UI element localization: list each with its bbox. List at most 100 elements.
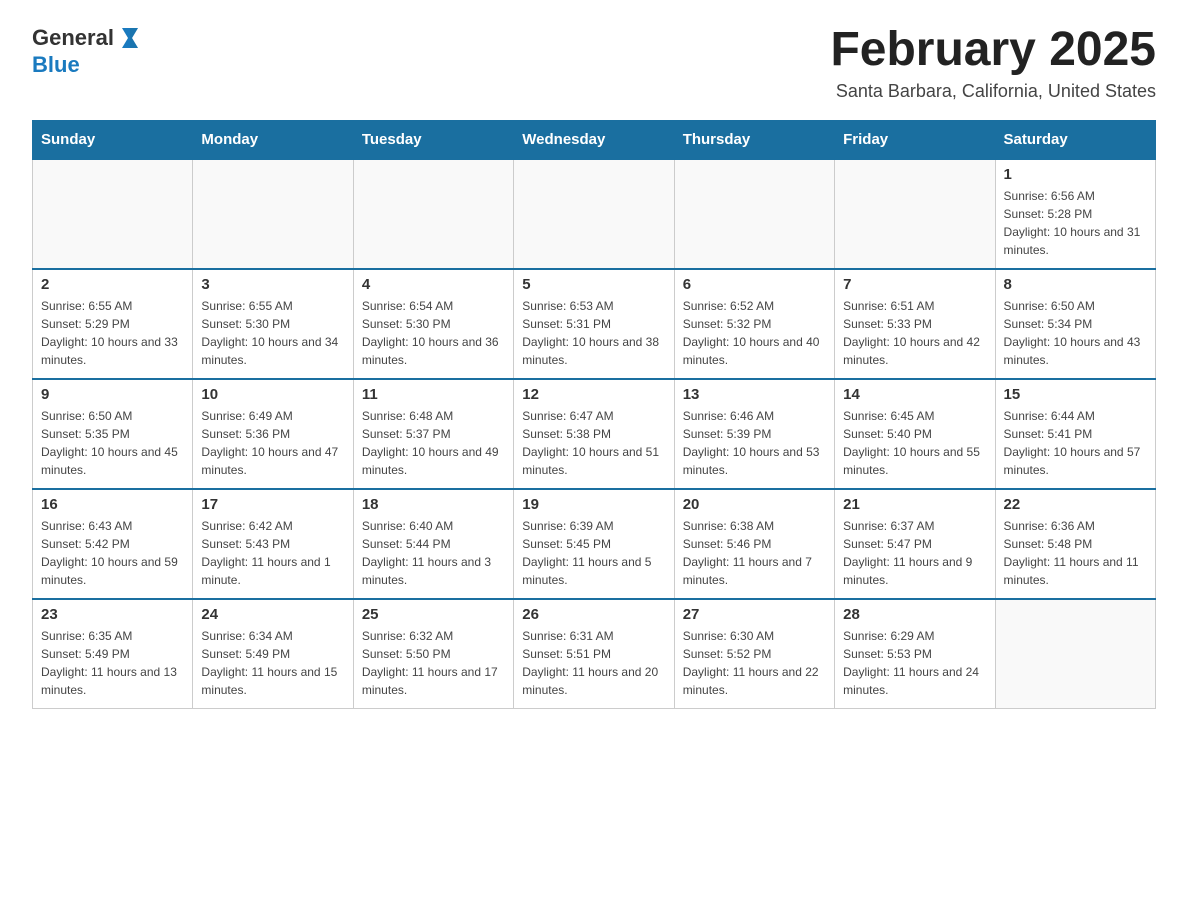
day-number: 24 (201, 606, 344, 623)
page-header: General Blue February 2025 Santa Barbara… (32, 24, 1156, 102)
day-number: 5 (522, 276, 665, 293)
calendar-week-row: 1 Sunrise: 6:56 AMSunset: 5:28 PMDaylight… (33, 159, 1156, 269)
header-thursday: Thursday (674, 120, 834, 159)
header-monday: Monday (193, 120, 353, 159)
day-info: Sunrise: 6:42 AMSunset: 5:43 PMDaylight:… (201, 517, 344, 589)
day-number: 17 (201, 496, 344, 513)
day-info: Sunrise: 6:52 AMSunset: 5:32 PMDaylight:… (683, 297, 826, 369)
day-number: 1 (1004, 166, 1147, 183)
calendar-cell: 17 Sunrise: 6:42 AMSunset: 5:43 PMDayligh… (193, 489, 353, 599)
calendar-cell: 8Sunrise: 6:50 AMSunset: 5:34 PMDaylight… (995, 269, 1155, 379)
day-info: Sunrise: 6:32 AMSunset: 5:50 PMDaylight:… (362, 627, 505, 699)
calendar-cell: 19Sunrise: 6:39 AMSunset: 5:45 PMDayligh… (514, 489, 674, 599)
logo-general-text: General (32, 25, 114, 51)
calendar-cell (33, 159, 193, 269)
calendar-header-row: SundayMondayTuesdayWednesdayThursdayFrid… (33, 120, 1156, 159)
day-number: 13 (683, 386, 826, 403)
day-info: Sunrise: 6:49 AMSunset: 5:36 PMDaylight:… (201, 407, 344, 479)
day-number: 2 (41, 276, 184, 293)
calendar-cell (193, 159, 353, 269)
calendar-cell: 28Sunrise: 6:29 AMSunset: 5:53 PMDayligh… (835, 599, 995, 709)
day-info: Sunrise: 6:36 AMSunset: 5:48 PMDaylight:… (1004, 517, 1147, 589)
day-number: 16 (41, 496, 184, 513)
calendar-cell: 13 Sunrise: 6:46 AMSunset: 5:39 PMDayligh… (674, 379, 834, 489)
calendar-cell: 24 Sunrise: 6:34 AMSunset: 5:49 PMDayligh… (193, 599, 353, 709)
calendar-cell (995, 599, 1155, 709)
day-info: Sunrise: 6:43 AMSunset: 5:42 PMDaylight:… (41, 517, 184, 589)
day-number: 8 (1004, 276, 1147, 293)
day-info: Sunrise: 6:51 AMSunset: 5:33 PMDaylight:… (843, 297, 986, 369)
calendar-cell (835, 159, 995, 269)
calendar-cell: 26 Sunrise: 6:31 AMSunset: 5:51 PMDayligh… (514, 599, 674, 709)
calendar-cell: 6 Sunrise: 6:52 AMSunset: 5:32 PMDaylight… (674, 269, 834, 379)
calendar-cell (353, 159, 513, 269)
day-info: Sunrise: 6:44 AMSunset: 5:41 PMDaylight:… (1004, 407, 1147, 479)
day-info: Sunrise: 6:53 AMSunset: 5:31 PMDaylight:… (522, 297, 665, 369)
day-number: 25 (362, 606, 505, 623)
calendar-week-row: 9 Sunrise: 6:50 AMSunset: 5:35 PMDaylight… (33, 379, 1156, 489)
header-saturday: Saturday (995, 120, 1155, 159)
day-number: 6 (683, 276, 826, 293)
day-info: Sunrise: 6:30 AMSunset: 5:52 PMDaylight:… (683, 627, 826, 699)
calendar-cell: 12Sunrise: 6:47 AMSunset: 5:38 PMDayligh… (514, 379, 674, 489)
calendar-cell: 23 Sunrise: 6:35 AMSunset: 5:49 PMDayligh… (33, 599, 193, 709)
logo: General Blue (32, 24, 144, 78)
day-info: Sunrise: 6:38 AMSunset: 5:46 PMDaylight:… (683, 517, 826, 589)
day-number: 22 (1004, 496, 1147, 513)
day-info: Sunrise: 6:31 AMSunset: 5:51 PMDaylight:… (522, 627, 665, 699)
day-number: 11 (362, 386, 505, 403)
calendar-subtitle: Santa Barbara, California, United States (830, 81, 1156, 102)
day-info: Sunrise: 6:40 AMSunset: 5:44 PMDaylight:… (362, 517, 505, 589)
calendar-cell: 18 Sunrise: 6:40 AMSunset: 5:44 PMDayligh… (353, 489, 513, 599)
calendar-cell: 16 Sunrise: 6:43 AMSunset: 5:42 PMDayligh… (33, 489, 193, 599)
day-number: 20 (683, 496, 826, 513)
header-wednesday: Wednesday (514, 120, 674, 159)
day-number: 18 (362, 496, 505, 513)
day-info: Sunrise: 6:45 AMSunset: 5:40 PMDaylight:… (843, 407, 986, 479)
day-number: 7 (843, 276, 986, 293)
calendar-cell: 11 Sunrise: 6:48 AMSunset: 5:37 PMDayligh… (353, 379, 513, 489)
calendar-week-row: 16 Sunrise: 6:43 AMSunset: 5:42 PMDayligh… (33, 489, 1156, 599)
day-number: 19 (522, 496, 665, 513)
calendar-cell: 10 Sunrise: 6:49 AMSunset: 5:36 PMDayligh… (193, 379, 353, 489)
day-number: 9 (41, 386, 184, 403)
calendar-cell: 25 Sunrise: 6:32 AMSunset: 5:50 PMDayligh… (353, 599, 513, 709)
day-number: 21 (843, 496, 986, 513)
calendar-cell: 21Sunrise: 6:37 AMSunset: 5:47 PMDayligh… (835, 489, 995, 599)
day-info: Sunrise: 6:55 AMSunset: 5:29 PMDaylight:… (41, 297, 184, 369)
calendar-cell: 3Sunrise: 6:55 AMSunset: 5:30 PMDaylight… (193, 269, 353, 379)
day-info: Sunrise: 6:56 AMSunset: 5:28 PMDaylight:… (1004, 187, 1147, 259)
day-info: Sunrise: 6:54 AMSunset: 5:30 PMDaylight:… (362, 297, 505, 369)
calendar-cell: 4 Sunrise: 6:54 AMSunset: 5:30 PMDaylight… (353, 269, 513, 379)
header-friday: Friday (835, 120, 995, 159)
calendar-week-row: 2 Sunrise: 6:55 AMSunset: 5:29 PMDaylight… (33, 269, 1156, 379)
calendar-cell: 20 Sunrise: 6:38 AMSunset: 5:46 PMDayligh… (674, 489, 834, 599)
day-number: 27 (683, 606, 826, 623)
calendar-cell (674, 159, 834, 269)
day-number: 23 (41, 606, 184, 623)
day-info: Sunrise: 6:50 AMSunset: 5:35 PMDaylight:… (41, 407, 184, 479)
day-number: 14 (843, 386, 986, 403)
header-sunday: Sunday (33, 120, 193, 159)
logo-blue-text: Blue (32, 52, 80, 78)
logo-flag-icon (116, 24, 144, 52)
day-number: 10 (201, 386, 344, 403)
calendar-cell: 14 Sunrise: 6:45 AMSunset: 5:40 PMDayligh… (835, 379, 995, 489)
day-info: Sunrise: 6:48 AMSunset: 5:37 PMDaylight:… (362, 407, 505, 479)
day-info: Sunrise: 6:34 AMSunset: 5:49 PMDaylight:… (201, 627, 344, 699)
calendar-cell: 1 Sunrise: 6:56 AMSunset: 5:28 PMDaylight… (995, 159, 1155, 269)
calendar-table: SundayMondayTuesdayWednesdayThursdayFrid… (32, 120, 1156, 710)
calendar-cell (514, 159, 674, 269)
calendar-cell: 2 Sunrise: 6:55 AMSunset: 5:29 PMDaylight… (33, 269, 193, 379)
day-number: 4 (362, 276, 505, 293)
day-info: Sunrise: 6:46 AMSunset: 5:39 PMDaylight:… (683, 407, 826, 479)
day-number: 26 (522, 606, 665, 623)
calendar-cell: 5 Sunrise: 6:53 AMSunset: 5:31 PMDaylight… (514, 269, 674, 379)
calendar-title: February 2025 (830, 24, 1156, 77)
calendar-week-row: 23 Sunrise: 6:35 AMSunset: 5:49 PMDayligh… (33, 599, 1156, 709)
calendar-cell: 9 Sunrise: 6:50 AMSunset: 5:35 PMDaylight… (33, 379, 193, 489)
header-tuesday: Tuesday (353, 120, 513, 159)
day-info: Sunrise: 6:35 AMSunset: 5:49 PMDaylight:… (41, 627, 184, 699)
day-number: 12 (522, 386, 665, 403)
day-number: 28 (843, 606, 986, 623)
